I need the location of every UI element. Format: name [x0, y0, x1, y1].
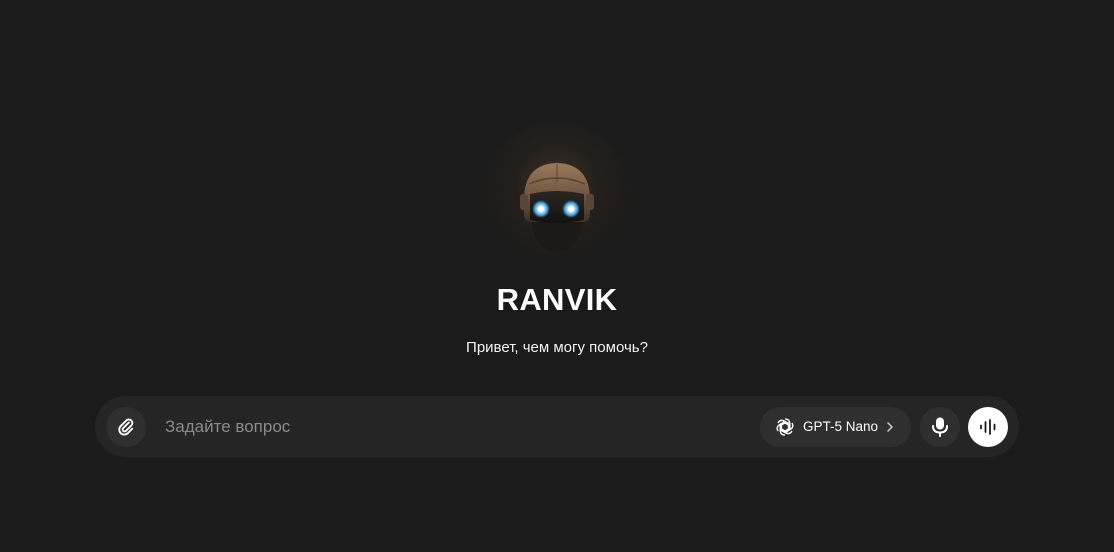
model-label: GPT-5 Nano [803, 419, 879, 434]
voice-waveform-icon [980, 419, 996, 435]
chat-composer: GPT-5 Nano [95, 396, 1019, 457]
greeting-text: Привет, чем могу помочь? [466, 339, 648, 356]
robot-head-icon [520, 163, 594, 252]
chat-home-page: RANVIK Привет, чем могу помочь? GPT-5 Na… [0, 0, 1114, 552]
model-selector-button[interactable]: GPT-5 Nano [760, 407, 911, 447]
prompt-input[interactable] [165, 414, 745, 440]
assistant-avatar [482, 122, 632, 272]
voice-mode-button[interactable] [968, 407, 1008, 447]
paperclip-icon [118, 418, 134, 436]
app-title: RANVIK [496, 282, 618, 317]
attach-button[interactable] [106, 407, 146, 447]
microphone-button[interactable] [920, 407, 960, 447]
openai-logo-icon [776, 418, 794, 436]
microphone-icon [932, 417, 948, 437]
chevron-right-icon [887, 422, 893, 432]
